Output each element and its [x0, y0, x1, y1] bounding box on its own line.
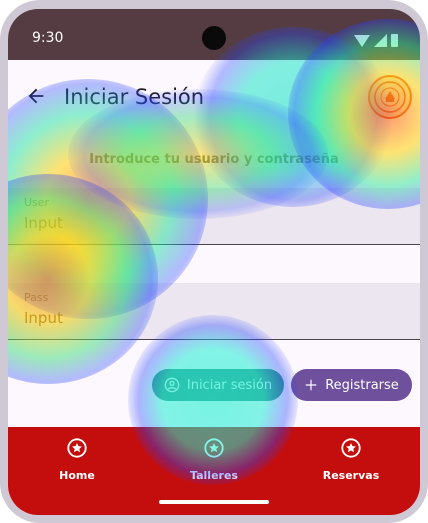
app-logo: [368, 75, 412, 119]
login-button-label: Iniciar sesión: [186, 377, 273, 393]
device-frame: 9:30 Iniciar Sesión Introduce tu usuario…: [0, 0, 428, 523]
user-field-label: User: [24, 196, 50, 209]
pass-field-label: Pass: [24, 291, 49, 304]
page-title: Iniciar Sesión: [64, 85, 205, 109]
camera-cutout: [202, 26, 226, 50]
nav-label-home: Home: [59, 469, 95, 482]
star-circle-icon: [340, 437, 362, 459]
register-button[interactable]: Registrarse: [291, 369, 412, 401]
app-bar: Iniciar Sesión: [8, 60, 420, 132]
bottom-navigation: Home Talleres Reservas: [8, 427, 420, 515]
register-button-label: Registrarse: [325, 377, 399, 393]
login-instructions: Introduce tu usuario y contraseña: [89, 152, 339, 167]
star-circle-icon: [66, 437, 88, 459]
user-input[interactable]: [24, 214, 384, 232]
status-icons: [354, 31, 398, 47]
phone-screen: 9:30 Iniciar Sesión Introduce tu usuario…: [8, 9, 420, 515]
logo-icon: [374, 81, 406, 113]
status-time: 9:30: [32, 30, 64, 46]
nav-item-reservas[interactable]: Reservas: [296, 437, 406, 493]
status-bar: 9:30: [8, 9, 420, 60]
nav-label-reservas: Reservas: [322, 469, 380, 482]
user-field[interactable]: User: [8, 188, 420, 245]
login-button[interactable]: Iniciar sesión: [152, 369, 284, 401]
nav-label-talleres: Talleres: [190, 469, 238, 482]
nav-item-home[interactable]: Home: [22, 437, 132, 493]
back-button[interactable]: [22, 82, 50, 110]
add-icon: [305, 379, 317, 391]
battery-icon: [391, 34, 398, 47]
nav-item-talleres[interactable]: Talleres: [159, 437, 269, 493]
home-indicator[interactable]: [159, 500, 269, 504]
star-circle-icon: [203, 437, 225, 459]
signal-icon: [374, 34, 387, 47]
pass-input[interactable]: [24, 309, 384, 327]
pass-field[interactable]: Pass: [8, 283, 420, 340]
arrow-back-icon: [28, 88, 44, 104]
account-circle-icon: [164, 377, 180, 393]
wifi-icon: [354, 35, 370, 47]
